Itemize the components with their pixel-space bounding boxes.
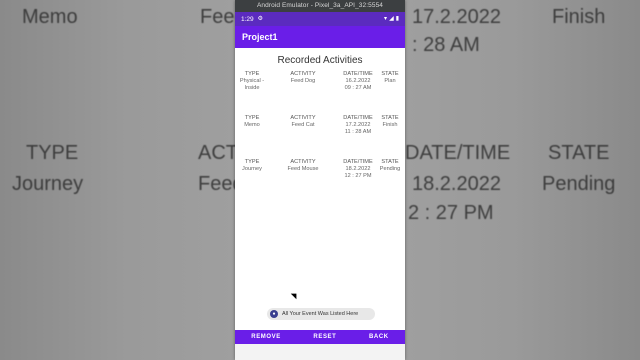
toast-text: All Your Event Was Listed Here	[282, 311, 359, 317]
status-bar: 1:29 ⚙ ▾ ◢ ▮	[235, 12, 405, 26]
app-icon: ●	[270, 310, 278, 318]
activity-cell: ACTIVITY Feed Mouse	[267, 159, 339, 203]
remove-button[interactable]: REMOVE	[251, 334, 281, 340]
activity-label: ACTIVITY	[290, 159, 316, 165]
datetime-label: DATE/TIME	[343, 115, 373, 121]
bg-text-time-1: : 28 AM	[412, 34, 480, 56]
datetime-cell: DATE/TIME 16.2.2022 09 : 27 AM	[339, 71, 377, 115]
activity-value: Feed Cat	[291, 122, 315, 128]
datetime-label: DATE/TIME	[343, 71, 373, 77]
emulator-window: Android Emulator - Pixel_3a_API_32:5554 …	[235, 0, 405, 360]
toast-message: ● All Your Event Was Listed Here	[267, 308, 375, 320]
state-value: Pending	[379, 166, 401, 172]
signal-icon: ◢	[389, 16, 394, 22]
bg-text-datetime: DATE/TIME	[405, 142, 511, 164]
activity-value: Feed Dog	[290, 78, 316, 84]
bg-text-pending: Pending	[542, 173, 616, 195]
bg-text-time-3: 2 : 27 PM	[408, 202, 494, 224]
bg-text-date-1: 17.2.2022	[412, 6, 501, 28]
app-title: Project1	[242, 32, 278, 42]
datetime-cell: DATE/TIME 17.2.2022 11 : 28 AM	[339, 115, 377, 159]
type-value: Journey	[242, 166, 262, 172]
emulator-title-bar: Android Emulator - Pixel_3a_API_32:5554	[235, 0, 405, 12]
activity-value: Feed Mouse	[287, 166, 319, 172]
list-item[interactable]: TYPE Physical - Inside ACTIVITY Feed Dog…	[237, 71, 403, 115]
type-cell: TYPE Journey	[237, 159, 267, 203]
bg-text-journey: Journey	[12, 173, 84, 195]
datetime-label: DATE/TIME	[343, 159, 373, 165]
status-time: 1:29	[241, 15, 254, 23]
type-value: Physical - Inside	[239, 78, 265, 91]
state-label: STATE	[381, 159, 399, 165]
state-value: Finish	[382, 122, 398, 128]
datetime-value: 17.2.2022 11 : 28 AM	[344, 122, 372, 135]
type-label: TYPE	[244, 71, 260, 77]
datetime-value: 18.2.2022 12 : 27 PM	[344, 166, 372, 179]
bg-text-date-3: 18.2.2022	[412, 173, 501, 195]
list-item[interactable]: TYPE Journey ACTIVITY Feed Mouse DATE/TI…	[237, 159, 403, 203]
type-cell: TYPE Physical - Inside	[237, 71, 267, 115]
reset-button[interactable]: RESET	[313, 334, 336, 340]
bg-text-memo: Memo	[22, 6, 78, 28]
battery-icon: ▮	[395, 16, 399, 22]
state-label: STATE	[381, 115, 399, 121]
state-value: Plan	[384, 78, 396, 84]
app-bar: Project1	[235, 26, 405, 48]
activity-label: ACTIVITY	[290, 71, 316, 77]
records-list: TYPE Physical - Inside ACTIVITY Feed Dog…	[235, 71, 405, 203]
page-title: Recorded Activities	[277, 55, 363, 66]
main-content: Recorded Activities TYPE Physical - Insi…	[235, 48, 405, 326]
bg-text-state: STATE	[548, 142, 610, 164]
state-cell: STATE Pending	[377, 159, 403, 203]
list-item[interactable]: TYPE Memo ACTIVITY Feed Cat DATE/TIME 17…	[237, 115, 403, 159]
datetime-cell: DATE/TIME 18.2.2022 12 : 27 PM	[339, 159, 377, 203]
type-value: Memo	[244, 122, 260, 128]
bg-text-act: ACT	[198, 142, 238, 164]
activity-cell: ACTIVITY Feed Cat	[267, 115, 339, 159]
bottom-button-bar: REMOVE RESET BACK	[235, 330, 405, 344]
activity-label: ACTIVITY	[290, 115, 316, 121]
bg-text-type: TYPE	[26, 142, 79, 164]
state-label: STATE	[381, 71, 399, 77]
wifi-icon: ▾	[384, 16, 388, 22]
state-cell: STATE Finish	[377, 115, 403, 159]
back-button[interactable]: BACK	[369, 334, 389, 340]
bg-text-finish: Finish	[552, 6, 606, 28]
system-nav-bar	[235, 344, 405, 360]
mouse-cursor-icon	[290, 290, 300, 300]
activity-cell: ACTIVITY Feed Dog	[267, 71, 339, 115]
state-cell: STATE Plan	[377, 71, 403, 115]
type-cell: TYPE Memo	[237, 115, 267, 159]
datetime-value: 16.2.2022 09 : 27 AM	[344, 78, 372, 91]
gear-icon: ⚙	[257, 16, 264, 22]
type-label: TYPE	[244, 115, 260, 121]
type-label: TYPE	[244, 159, 260, 165]
